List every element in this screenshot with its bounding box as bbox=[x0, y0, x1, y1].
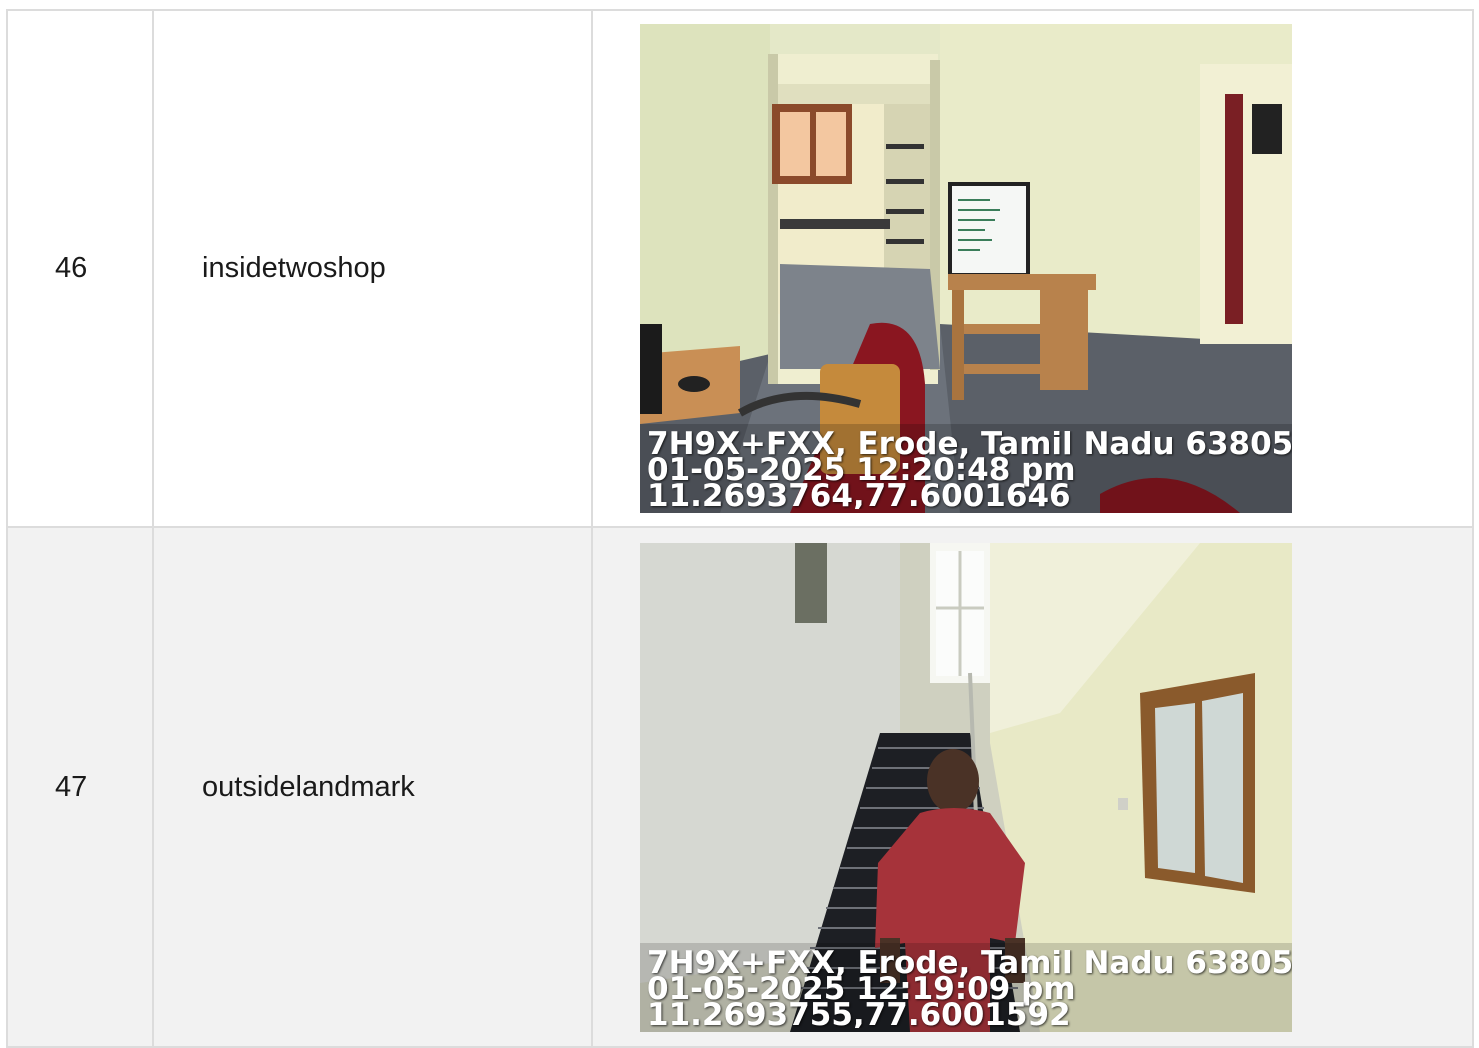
photo-report-table: 46 insidetwoshop 7H9X+FXX, Erode, Tamil … bbox=[6, 9, 1474, 1048]
photo-name-cell: outsidelandmark bbox=[152, 526, 593, 1048]
geotag-coordinates: 11.2693764,77.6001646 bbox=[647, 478, 1071, 510]
photo-cell: 7H9X+FXX, Erode, Tamil Nadu 638052, Inc … bbox=[591, 9, 1474, 528]
staircase-photo: 7H9X+FXX, Erode, Tamil Nadu 638052, Inc … bbox=[640, 542, 1292, 1032]
room-photo: 7H9X+FXX, Erode, Tamil Nadu 638052, Inc … bbox=[640, 24, 1292, 513]
table-row: 47 outsidelandmark 7H9X+FXX, Erode, Tami… bbox=[6, 526, 1474, 1048]
serial-number-cell: 47 bbox=[6, 526, 154, 1048]
geotag-overlay: 7H9X+FXX, Erode, Tamil Nadu 638052, Inc … bbox=[647, 431, 1292, 509]
photo-cell: 7H9X+FXX, Erode, Tamil Nadu 638052, Inc … bbox=[591, 526, 1474, 1048]
table-row: 46 insidetwoshop 7H9X+FXX, Erode, Tamil … bbox=[6, 9, 1474, 528]
geotag-coordinates: 11.2693755,77.6001592 bbox=[647, 996, 1071, 1028]
photo-name-cell: insidetwoshop bbox=[152, 9, 593, 528]
geotag-overlay: 7H9X+FXX, Erode, Tamil Nadu 638052, Inc … bbox=[647, 950, 1292, 1028]
serial-number-cell: 46 bbox=[6, 9, 154, 528]
